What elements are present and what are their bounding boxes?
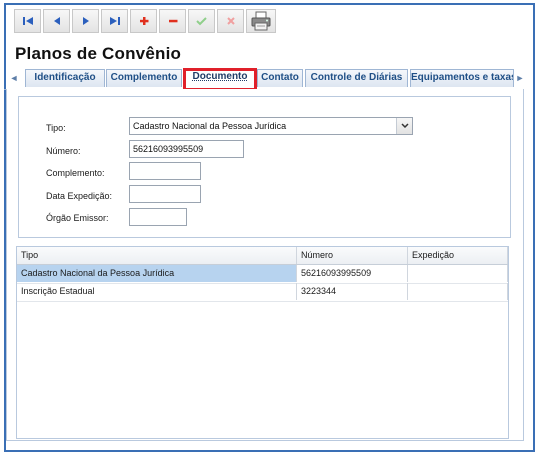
documents-table: Tipo Número Expedição Cadastro Nacional … xyxy=(16,246,509,439)
tab-controle-de-diarias[interactable]: Controle de Diárias xyxy=(305,69,408,87)
complemento-label: Complemento: xyxy=(46,168,105,178)
table-cell-numero: 56216093995509 xyxy=(297,265,408,282)
tab-equipamentos-e-taxas[interactable]: Equipamentos e taxas xyxy=(410,69,514,87)
previous-record-button[interactable] xyxy=(43,9,70,33)
orgao-emissor-label: Órgão Emissor: xyxy=(46,213,109,223)
confirm-button[interactable] xyxy=(188,9,215,33)
last-record-icon xyxy=(109,17,120,25)
tipo-label: Tipo: xyxy=(46,123,66,133)
toolbar xyxy=(14,9,278,35)
table-cell-expedicao xyxy=(408,283,508,300)
column-header-expedicao[interactable]: Expedição xyxy=(408,247,508,264)
table-row[interactable]: Inscrição Estadual 3223344 xyxy=(17,283,508,302)
confirm-icon xyxy=(196,17,207,26)
remove-record-button[interactable] xyxy=(159,9,186,33)
table-header: Tipo Número Expedição xyxy=(17,247,508,265)
data-expedicao-label: Data Expedição: xyxy=(46,191,113,201)
table-cell-tipo: Inscrição Estadual xyxy=(17,283,297,300)
column-header-tipo[interactable]: Tipo xyxy=(17,247,297,264)
complemento-field[interactable] xyxy=(129,162,201,180)
chevron-down-icon[interactable] xyxy=(396,118,412,134)
add-icon xyxy=(139,17,148,25)
table-cell-numero: 3223344 xyxy=(297,283,408,300)
tipo-select-value: Cadastro Nacional da Pessoa Jurídica xyxy=(133,121,287,131)
data-expedicao-field[interactable] xyxy=(129,185,201,203)
cancel-button[interactable] xyxy=(217,9,244,33)
tab-scroll-left-icon[interactable]: ◄ xyxy=(8,70,20,86)
next-record-button[interactable] xyxy=(72,9,99,33)
tab-complemento[interactable]: Complemento xyxy=(106,69,182,87)
numero-field[interactable]: 56216093995509 xyxy=(129,140,244,158)
table-row[interactable]: Cadastro Nacional da Pessoa Jurídica 562… xyxy=(17,265,508,284)
tab-scroll-right-icon[interactable]: ► xyxy=(514,70,526,86)
table-cell-tipo: Cadastro Nacional da Pessoa Jurídica xyxy=(17,265,297,282)
cancel-icon xyxy=(226,17,235,25)
tipo-select[interactable]: Cadastro Nacional da Pessoa Jurídica xyxy=(129,117,413,135)
orgao-emissor-field[interactable] xyxy=(129,208,187,226)
tab-identificacao[interactable]: Identificação xyxy=(25,69,105,87)
first-record-button[interactable] xyxy=(14,9,41,33)
numero-label: Número: xyxy=(46,146,81,156)
next-record-icon xyxy=(82,17,89,25)
highlight-box xyxy=(183,68,257,91)
table-cell-expedicao xyxy=(408,265,508,282)
add-record-button[interactable] xyxy=(130,9,157,33)
printer-icon xyxy=(251,11,271,31)
column-header-numero[interactable]: Número xyxy=(297,247,408,264)
print-button[interactable] xyxy=(246,9,276,33)
page-title: Planos de Convênio xyxy=(15,44,182,63)
first-record-icon xyxy=(22,17,33,25)
last-record-button[interactable] xyxy=(101,9,128,33)
remove-icon xyxy=(168,19,177,23)
tab-contato[interactable]: Contato xyxy=(257,69,303,87)
tab-bar: ◄ Identificação Complemento Documento Co… xyxy=(4,67,524,90)
document-form: Tipo: Cadastro Nacional da Pessoa Jurídi… xyxy=(18,96,511,238)
previous-record-icon xyxy=(53,17,60,25)
